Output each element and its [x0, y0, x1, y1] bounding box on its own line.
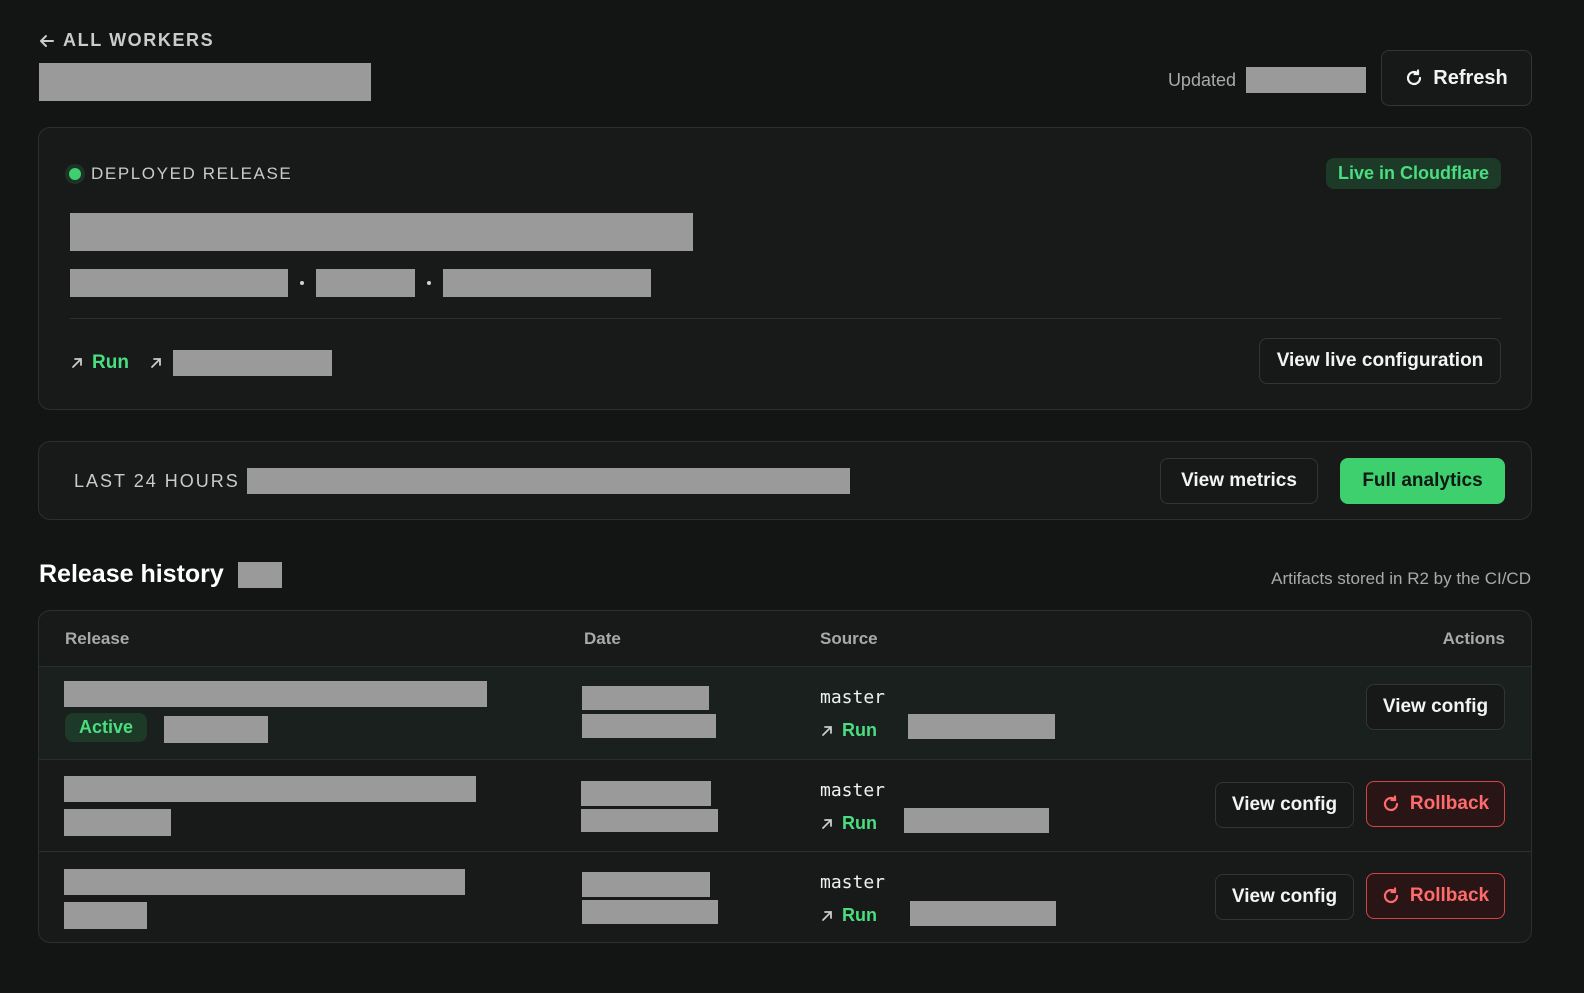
refresh-button[interactable]: Refresh — [1381, 50, 1532, 106]
external-arrow-icon — [822, 725, 832, 736]
time-redacted — [582, 900, 718, 924]
external-arrow-icon — [151, 358, 161, 368]
release-id-redacted — [64, 902, 147, 929]
rollback-label: Rollback — [1409, 793, 1490, 814]
release-history-table: Release Date Source Actions Active maste… — [38, 610, 1532, 943]
artifacts-note: Artifacts stored in R2 by the CI/CD — [1271, 569, 1531, 588]
view-config-button[interactable]: View config — [1215, 782, 1354, 828]
deployed-release-card: DEPLOYED RELEASE Live in Cloudflare Run … — [38, 127, 1532, 410]
run-link[interactable]: Run — [70, 352, 129, 374]
arrow-left-icon — [40, 34, 54, 47]
release-history-heading: Release history — [39, 560, 282, 589]
commit-redacted[interactable] — [910, 901, 1056, 926]
meta-redacted — [443, 269, 651, 297]
branch-name: master — [820, 872, 886, 893]
column-header-release: Release — [65, 629, 130, 648]
release-id-redacted — [164, 716, 268, 743]
worker-name-redacted — [39, 63, 371, 101]
meta-redacted — [316, 269, 415, 297]
refresh-label: Refresh — [1433, 66, 1508, 89]
rollback-label: Rollback — [1409, 885, 1490, 906]
table-row: master Run View config Rollback — [39, 851, 1531, 943]
deployed-release-label: DEPLOYED RELEASE — [91, 164, 293, 183]
view-metrics-button[interactable]: View metrics — [1160, 458, 1318, 504]
external-arrow-icon — [822, 910, 832, 921]
time-redacted — [582, 714, 716, 738]
column-header-actions: Actions — [1442, 629, 1505, 648]
refresh-icon — [1407, 69, 1422, 86]
date-redacted — [582, 872, 710, 897]
external-arrow-icon — [822, 818, 832, 829]
commit-redacted[interactable] — [904, 808, 1049, 833]
deployed-links: Run — [70, 350, 332, 376]
updated-time-redacted — [1246, 67, 1366, 93]
time-redacted — [581, 809, 718, 832]
divider — [70, 318, 1501, 319]
column-header-date: Date — [584, 629, 621, 648]
back-link-label: ALL WORKERS — [63, 30, 215, 50]
meta-redacted — [70, 269, 288, 297]
run-link-label: Run — [842, 720, 877, 740]
run-link[interactable]: Run — [820, 720, 877, 741]
updated-status: Updated — [1168, 67, 1366, 93]
updated-label: Updated — [1167, 69, 1236, 90]
release-name-redacted — [64, 681, 487, 707]
rollback-icon — [1383, 887, 1398, 904]
release-history-title: Release history — [39, 560, 224, 588]
run-link-label: Run — [842, 813, 877, 833]
commit-link-redacted[interactable] — [172, 350, 332, 376]
run-link-label: Run — [842, 905, 877, 925]
active-status-badge: Active — [65, 713, 148, 742]
branch-name: master — [820, 687, 886, 708]
column-header-source: Source — [820, 629, 878, 648]
back-to-all-workers-link[interactable]: ALL WORKERS — [39, 30, 214, 51]
release-count-redacted — [237, 561, 282, 588]
run-link[interactable]: Run — [820, 905, 877, 926]
deployed-release-heading: DEPLOYED RELEASE — [69, 164, 292, 184]
commit-redacted[interactable] — [908, 714, 1055, 739]
rollback-button[interactable]: Rollback — [1366, 873, 1505, 919]
release-id-redacted — [64, 809, 171, 836]
date-redacted — [582, 686, 709, 710]
view-live-configuration-button[interactable]: View live configuration — [1259, 338, 1501, 384]
view-config-button[interactable]: View config — [1215, 874, 1354, 920]
full-analytics-button[interactable]: Full analytics — [1340, 458, 1505, 504]
status-dot-icon — [69, 168, 81, 180]
external-arrow-icon — [72, 358, 82, 368]
release-name-redacted — [64, 869, 465, 895]
table-row: master Run View config Rollback — [39, 759, 1531, 852]
run-link-label: Run — [92, 352, 129, 373]
release-name-redacted — [64, 776, 476, 802]
view-config-button[interactable]: View config — [1366, 684, 1505, 730]
last-24-hours-label: LAST 24 HOURS — [74, 471, 240, 491]
table-row: Active master Run View config — [39, 666, 1531, 759]
separator-dot-icon — [300, 281, 304, 285]
run-link[interactable]: Run — [820, 813, 877, 834]
branch-name: master — [820, 780, 886, 801]
release-title-redacted — [70, 213, 693, 251]
last-24-hours-card: LAST 24 HOURS View metrics Full analytic… — [38, 441, 1532, 520]
rollback-icon — [1383, 795, 1398, 812]
rollback-button[interactable]: Rollback — [1366, 781, 1505, 827]
date-redacted — [581, 781, 711, 806]
live-status-badge: Live in Cloudflare — [1325, 158, 1501, 189]
separator-dot-icon — [427, 281, 431, 285]
stats-redacted — [247, 468, 850, 494]
release-meta — [70, 269, 651, 297]
